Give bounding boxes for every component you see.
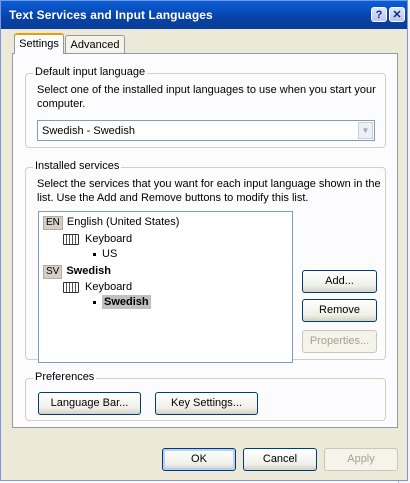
key-settings-button[interactable]: Key Settings... xyxy=(155,392,258,415)
close-icon[interactable]: ✕ xyxy=(389,7,405,22)
language-item-en[interactable]: EN English (United States) xyxy=(43,216,179,230)
tab-settings[interactable]: Settings xyxy=(14,33,64,54)
service-category-item[interactable]: Keyboard xyxy=(63,281,132,293)
default-language-select[interactable]: Swedish - Swedish ▼ xyxy=(37,120,375,141)
help-button[interactable]: ? xyxy=(371,7,387,22)
language-bar-button[interactable]: Language Bar... xyxy=(38,392,141,415)
language-name: English (United States) xyxy=(66,216,180,228)
text-services-dialog: Text Services and Input Languages ? ✕ Se… xyxy=(0,0,408,481)
installed-services-description: Select the services that you want for ea… xyxy=(37,178,381,204)
default-input-language-legend: Default input language xyxy=(33,66,148,78)
preferences-legend: Preferences xyxy=(33,371,97,383)
title-bar[interactable]: Text Services and Input Languages ? ✕ xyxy=(1,1,407,29)
service-category-item[interactable]: Keyboard xyxy=(63,233,132,245)
language-code-badge: EN xyxy=(43,216,63,230)
tab-advanced[interactable]: Advanced xyxy=(65,35,125,55)
layout-item-us[interactable]: US xyxy=(93,248,117,260)
layout-label-selected: Swedish xyxy=(102,295,151,309)
language-name: Swedish xyxy=(66,265,111,277)
chevron-down-icon[interactable]: ▼ xyxy=(358,122,373,139)
layout-label: US xyxy=(102,248,118,260)
layout-item-swedish[interactable]: Swedish xyxy=(93,295,151,309)
service-category-label: Keyboard xyxy=(85,281,133,293)
language-code-badge: SV xyxy=(43,265,63,279)
default-language-value: Swedish - Swedish xyxy=(42,125,135,137)
keyboard-icon xyxy=(63,281,79,293)
installed-services-legend: Installed services xyxy=(33,160,122,172)
add-button[interactable]: Add... xyxy=(302,270,377,293)
window-title: Text Services and Input Languages xyxy=(9,8,213,22)
tab-advanced-label: Advanced xyxy=(70,39,120,51)
apply-button[interactable]: Apply xyxy=(324,448,398,471)
tab-settings-label: Settings xyxy=(19,38,59,50)
default-input-language-description: Select one of the installed input langua… xyxy=(37,84,376,110)
cancel-button[interactable]: Cancel xyxy=(243,448,317,471)
properties-button[interactable]: Properties... xyxy=(302,330,377,353)
service-category-label: Keyboard xyxy=(85,233,133,245)
ok-button[interactable]: OK xyxy=(162,448,236,471)
keyboard-icon xyxy=(63,233,79,245)
bullet-icon xyxy=(93,300,96,304)
bullet-icon xyxy=(93,252,96,256)
language-item-sv[interactable]: SV Swedish xyxy=(43,265,111,279)
remove-button[interactable]: Remove xyxy=(302,299,377,322)
installed-services-list[interactable]: EN English (United States) Keyboard US SV… xyxy=(38,211,293,363)
